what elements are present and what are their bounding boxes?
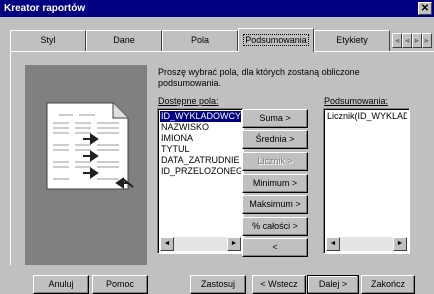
list-item[interactable]: ID_PRZELOZONEG bbox=[160, 166, 241, 177]
available-fields-label: Dostępne pola: bbox=[158, 96, 219, 106]
summaries-label: Podsumowania: bbox=[324, 96, 389, 106]
close-icon: ✕ bbox=[420, 3, 430, 14]
tab-pola[interactable]: Pola bbox=[162, 30, 238, 51]
tab-podsumowania[interactable]: Podsumowania bbox=[238, 28, 314, 52]
average-button[interactable]: Średnia > bbox=[242, 130, 308, 149]
tab-strip: Styl Dane Pola Podsumowania Etykiety ◄ ◄… bbox=[10, 28, 434, 52]
list-item[interactable]: IMIONA bbox=[160, 133, 241, 144]
sum-button[interactable]: Suma > bbox=[242, 109, 308, 128]
title-bar[interactable]: Kreator raportów ✕ bbox=[0, 0, 434, 17]
tab-dane[interactable]: Dane bbox=[86, 30, 162, 51]
available-fields-list[interactable]: ID_WYKLADOWCY NAZWISKO IMIONA TYTUL DATA… bbox=[157, 108, 244, 254]
scroll-left-button[interactable]: ◄ bbox=[326, 237, 340, 251]
list-item[interactable]: DATA_ZATRUDNIE bbox=[160, 155, 241, 166]
list-item[interactable]: ID_WYKLADOWCY bbox=[160, 111, 241, 122]
tab-scroll-prev[interactable]: ◄ bbox=[402, 33, 412, 48]
list-item[interactable]: Licznik(ID_WYKLAD bbox=[326, 111, 407, 122]
percent-of-total-button[interactable]: % całości > bbox=[242, 217, 308, 236]
horizontal-scrollbar[interactable]: ◄ ► bbox=[326, 237, 407, 251]
arrow-right-icon: ► bbox=[230, 240, 238, 247]
list-item[interactable]: NAZWISKO bbox=[160, 122, 241, 133]
arrow-right-icon: ► bbox=[396, 240, 404, 247]
tab-scroll-next[interactable]: ► bbox=[412, 33, 422, 48]
finish-button[interactable]: Zakończ bbox=[361, 275, 415, 294]
scroll-right-button[interactable]: ► bbox=[393, 237, 407, 251]
close-button[interactable]: ✕ bbox=[418, 2, 432, 15]
summaries-list[interactable]: Licznik(ID_WYKLAD ◄ ► bbox=[323, 108, 410, 254]
tab-scroll-first[interactable]: ◄ bbox=[392, 33, 402, 48]
remove-summary-button[interactable]: < bbox=[242, 238, 308, 257]
report-preview bbox=[25, 65, 147, 265]
tab-scroll-last[interactable]: ► bbox=[422, 33, 432, 48]
tab-etykiety[interactable]: Etykiety bbox=[314, 30, 390, 51]
cancel-button[interactable]: Anuluj bbox=[33, 275, 89, 294]
instruction-text: Proszę wybrać pola, dla których zostaną … bbox=[158, 67, 360, 88]
arrow-left-icon: ◄ bbox=[329, 240, 337, 247]
scroll-right-button[interactable]: ► bbox=[227, 237, 241, 251]
window-title: Kreator raportów bbox=[4, 3, 86, 14]
arrow-left-icon: ◄ bbox=[163, 240, 171, 247]
scroll-left-button[interactable]: ◄ bbox=[160, 237, 174, 251]
back-button[interactable]: < Wstecz bbox=[252, 275, 306, 294]
maximum-button[interactable]: Maksimum > bbox=[242, 195, 308, 214]
count-button[interactable]: Licznik > bbox=[242, 152, 308, 171]
minimum-button[interactable]: Minimum > bbox=[242, 174, 308, 193]
next-button[interactable]: Dalej > bbox=[307, 275, 359, 294]
list-item[interactable]: TYTUL bbox=[160, 144, 241, 155]
tab-styl[interactable]: Styl bbox=[10, 30, 86, 51]
apply-button[interactable]: Zastosuj bbox=[190, 275, 246, 294]
help-button[interactable]: Pomoc bbox=[92, 275, 148, 294]
report-preview-illustration bbox=[46, 102, 134, 190]
horizontal-scrollbar[interactable]: ◄ ► bbox=[160, 237, 241, 251]
